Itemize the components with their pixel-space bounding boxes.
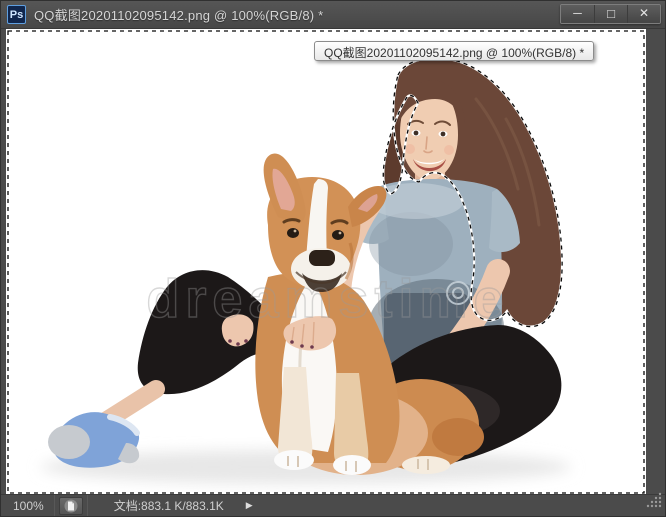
zoom-level-field[interactable]: 100% [1,499,54,513]
statusbar-divider [54,495,55,516]
document-size-info[interactable]: 文档:883.1 K/883.1K [114,497,224,514]
watermark-text: dreamstime [146,269,509,329]
resize-grip[interactable] [646,492,663,514]
close-button[interactable]: ✕ [627,5,660,23]
document-page-icon [64,499,78,513]
maximize-button[interactable]: □ [594,5,627,23]
blue-sock [48,412,139,468]
statusbar-divider [87,495,88,516]
filename-tooltip: QQ截图20201102095142.png @ 100%(RGB/8) * [314,41,594,61]
photoshop-app-icon: Ps [7,5,26,24]
document-canvas[interactable]: dreamstime QQ截图20201102095142.png @ 100%… [6,29,646,496]
photoshop-document-window: Ps QQ截图20201102095142.png @ 100%(RGB/8) … [0,0,666,517]
title-bar[interactable]: Ps QQ截图20201102095142.png @ 100%(RGB/8) … [1,1,665,29]
status-flyout-button[interactable]: ▶ [240,498,259,513]
photo-illustration: dreamstime [6,29,646,496]
document-title: QQ截图20201102095142.png @ 100%(RGB/8) * [34,5,323,24]
window-controls: ─ □ ✕ [560,4,661,24]
minimize-button[interactable]: ─ [561,5,594,23]
status-bar: 100% 文档:883.1 K/883.1K ▶ [1,494,665,516]
document-preview-button[interactable] [59,497,83,515]
